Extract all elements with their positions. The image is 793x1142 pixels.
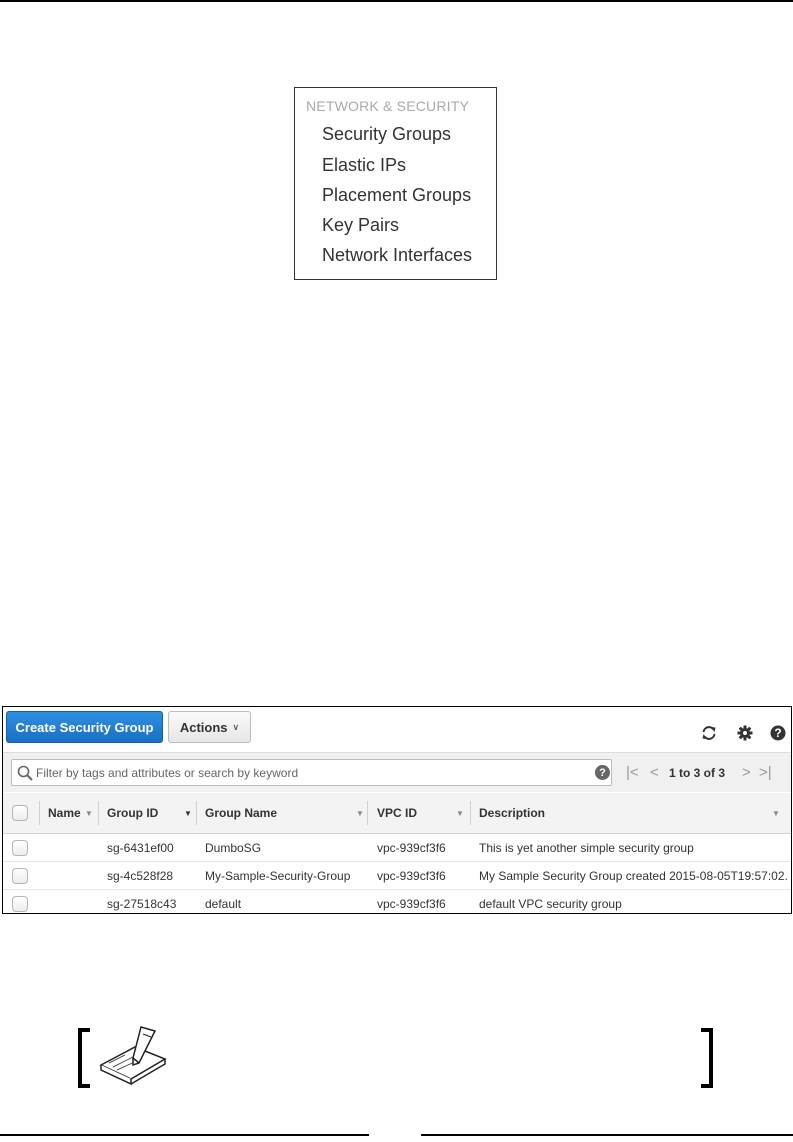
- cell-vpc-id: vpc-939cf3f6: [377, 869, 446, 883]
- column-header-description[interactable]: Description: [479, 806, 545, 820]
- svg-text:?: ?: [774, 726, 781, 740]
- cell-description: This is yet another simple security grou…: [479, 841, 694, 855]
- column-divider: [367, 801, 368, 825]
- actions-dropdown-button[interactable]: Actions ∨: [168, 711, 251, 743]
- nav-section-heading: NETWORK & SECURITY: [306, 98, 470, 114]
- table-header: Name ▼ Group ID ▼ Group Name ▼ VPC ID ▼ …: [3, 793, 791, 834]
- column-divider: [470, 801, 471, 825]
- cell-group-id: sg-4c528f28: [107, 869, 174, 883]
- nav-item-placement-groups[interactable]: Placement Groups: [322, 185, 471, 206]
- actions-label: Actions: [179, 719, 228, 735]
- sort-caret-icon[interactable]: ▼: [772, 809, 780, 818]
- column-divider: [98, 801, 99, 825]
- table-row[interactable]: sg-4c528f28 My-Sample-Security-Group vpc…: [3, 862, 791, 890]
- help-icon[interactable]: ?: [767, 722, 789, 744]
- table-row[interactable]: sg-27518c43 default vpc-939cf3f6 default…: [3, 890, 791, 913]
- column-header-name[interactable]: Name: [48, 806, 81, 820]
- filter-bar: ? |< < 1 to 3 of 3 > >|: [3, 752, 791, 792]
- previous-page-icon[interactable]: <: [650, 765, 659, 781]
- cell-group-name: default: [205, 897, 242, 911]
- bottom-rule-right: [421, 1134, 793, 1136]
- cell-vpc-id: vpc-939cf3f6: [377, 897, 446, 911]
- nav-item-security-groups[interactable]: Security Groups: [322, 124, 451, 145]
- top-page-rule: [0, 0, 793, 2]
- cell-description: My Sample Security Group created 2015-08…: [479, 869, 789, 883]
- create-security-group-button[interactable]: Create Security Group: [6, 711, 163, 743]
- bottom-rule-left: [0, 1134, 369, 1136]
- table-row[interactable]: sg-6431ef00 DumboSG vpc-939cf3f6 This is…: [3, 834, 791, 862]
- next-page-icon[interactable]: >: [742, 765, 751, 781]
- nav-item-elastic-ips[interactable]: Elastic IPs: [322, 155, 406, 176]
- refresh-icon[interactable]: [698, 722, 720, 744]
- last-page-icon[interactable]: >|: [759, 765, 772, 781]
- row-checkbox[interactable]: [12, 896, 28, 912]
- column-header-group-name[interactable]: Group Name: [205, 806, 277, 820]
- row-checkbox[interactable]: [12, 840, 28, 856]
- nav-item-key-pairs[interactable]: Key Pairs: [322, 215, 399, 236]
- column-divider: [196, 801, 197, 825]
- row-checkbox[interactable]: [12, 868, 28, 884]
- cell-group-id: sg-27518c43: [107, 897, 177, 911]
- gear-icon[interactable]: [734, 722, 756, 744]
- column-header-group-id[interactable]: Group ID: [107, 806, 158, 820]
- cell-vpc-id: vpc-939cf3f6: [377, 841, 446, 855]
- sort-desc-icon[interactable]: ▼: [184, 809, 192, 818]
- cell-group-name: My-Sample-Security-Group: [205, 869, 351, 883]
- security-groups-panel: Create Security Group Actions ∨ ? Filter…: [2, 706, 792, 914]
- first-page-icon[interactable]: |<: [626, 765, 639, 781]
- cell-description: default VPC security group: [479, 897, 622, 911]
- network-security-nav: NETWORK & SECURITY Security Groups Elast…: [294, 87, 497, 280]
- note-icon: [99, 1026, 167, 1086]
- cell-group-id: sg-6431ef00: [107, 841, 174, 855]
- select-all-checkbox[interactable]: [12, 805, 28, 821]
- search-input[interactable]: [36, 762, 586, 783]
- search-icon: [17, 765, 33, 781]
- pagination-status: 1 to 3 of 3: [669, 766, 726, 780]
- column-divider: [39, 801, 40, 825]
- cell-group-name: DumboSG: [205, 841, 262, 855]
- note-bracket-right: [701, 1028, 713, 1088]
- search-help-icon[interactable]: ?: [595, 765, 610, 780]
- note-bracket-left: [78, 1028, 90, 1088]
- sort-caret-icon[interactable]: ▼: [356, 809, 364, 818]
- nav-item-network-interfaces[interactable]: Network Interfaces: [322, 245, 472, 266]
- chevron-down-icon: ∨: [232, 721, 240, 732]
- sort-caret-icon[interactable]: ▼: [456, 809, 464, 818]
- column-header-vpc-id[interactable]: VPC ID: [377, 806, 417, 820]
- search-box: ?: [11, 759, 612, 786]
- sort-caret-icon[interactable]: ▼: [85, 809, 93, 818]
